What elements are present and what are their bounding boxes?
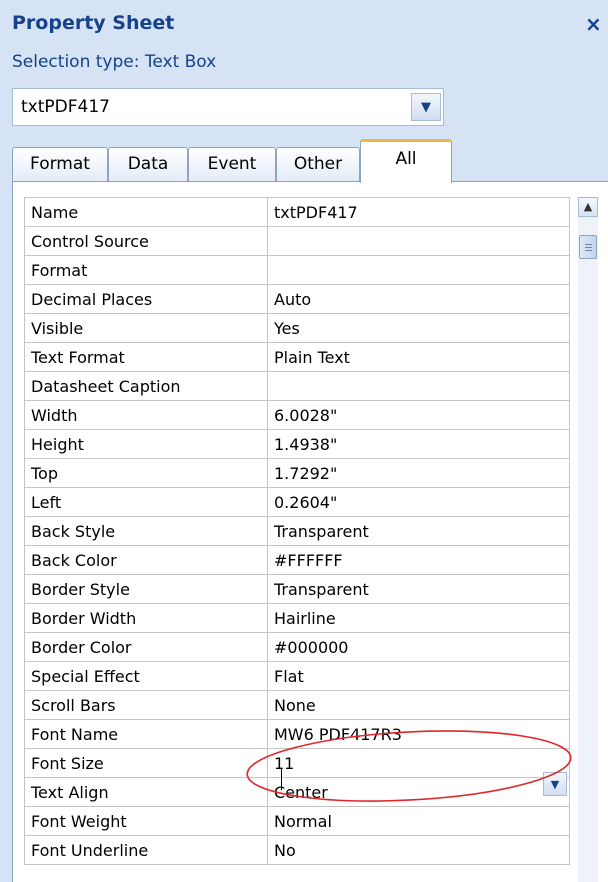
property-name: Height (24, 429, 268, 459)
property-row[interactable]: Scroll Bars None (24, 690, 570, 720)
property-row[interactable]: Border Color #000000 (24, 632, 570, 662)
property-row[interactable]: Top 1.7292" (24, 458, 570, 488)
property-name: Name (24, 197, 268, 227)
property-value[interactable]: 6.0028" (267, 400, 570, 430)
property-name: Visible (24, 313, 268, 343)
property-name: Border Style (24, 574, 268, 604)
control-selector-value: txtPDF417 (21, 97, 110, 117)
property-row[interactable]: Decimal Places Auto (24, 284, 570, 314)
property-name: Width (24, 400, 268, 430)
property-value[interactable]: 11 (267, 748, 570, 778)
property-name: Decimal Places (24, 284, 268, 314)
property-value[interactable]: Center (267, 777, 570, 807)
property-name: Format (24, 255, 268, 285)
property-name: Left (24, 487, 268, 517)
property-row[interactable]: Datasheet Caption (24, 371, 570, 401)
property-value[interactable]: #000000 (267, 632, 570, 662)
control-selector-combo[interactable]: txtPDF417 ▼ (12, 88, 444, 126)
close-icon[interactable]: × (585, 12, 602, 36)
property-row[interactable]: Width 6.0028" (24, 400, 570, 430)
property-name: Control Source (24, 226, 268, 256)
property-row[interactable]: Text Format Plain Text (24, 342, 570, 372)
property-row[interactable]: Font Name MW6 PDF417R3 (24, 719, 570, 749)
property-value[interactable]: Plain Text (267, 342, 570, 372)
selection-type-label: Selection type: Text Box (12, 52, 217, 72)
property-value[interactable] (267, 371, 570, 401)
tab-other[interactable]: Other (276, 147, 360, 181)
property-name: Border Width (24, 603, 268, 633)
property-value[interactable]: Yes (267, 313, 570, 343)
property-value[interactable]: 0.2604" (267, 487, 570, 517)
property-row[interactable]: Back Color #FFFFFF (24, 545, 570, 575)
tab-event[interactable]: Event (188, 147, 276, 181)
property-value[interactable]: #FFFFFF (267, 545, 570, 575)
property-name: Font Name (24, 719, 268, 749)
property-value[interactable]: No (267, 835, 570, 865)
property-row[interactable]: Back Style Transparent (24, 516, 570, 546)
property-value[interactable] (267, 226, 570, 256)
property-row[interactable]: Special Effect Flat (24, 661, 570, 691)
property-row[interactable]: Font Size 11 (24, 748, 570, 778)
property-value[interactable] (267, 255, 570, 285)
property-row[interactable]: Font Underline No (24, 835, 570, 865)
property-value[interactable]: 1.7292" (267, 458, 570, 488)
property-value[interactable]: 1.4938" (267, 429, 570, 459)
tab-data[interactable]: Data (108, 147, 188, 181)
property-row[interactable]: Left 0.2604" (24, 487, 570, 517)
property-name: Font Underline (24, 835, 268, 865)
vertical-scrollbar[interactable]: ▲ (578, 197, 598, 882)
property-value[interactable]: Flat (267, 661, 570, 691)
property-value[interactable]: Transparent (267, 574, 570, 604)
property-name: Top (24, 458, 268, 488)
property-name: Datasheet Caption (24, 371, 268, 401)
property-name: Font Weight (24, 806, 268, 836)
property-value[interactable]: Normal (267, 806, 570, 836)
tab-format[interactable]: Format (12, 147, 108, 181)
property-name: Text Format (24, 342, 268, 372)
chevron-down-icon[interactable]: ▼ (543, 772, 567, 796)
property-row[interactable]: Name txtPDF417 (24, 197, 570, 227)
property-row[interactable]: Font Weight Normal (24, 806, 570, 836)
property-row[interactable]: Control Source (24, 226, 570, 256)
property-name: Scroll Bars (24, 690, 268, 720)
property-row[interactable]: Border Style Transparent (24, 574, 570, 604)
property-grid: Name txtPDF417 Control Source Format Decimal… (24, 197, 570, 865)
property-name: Text Align (24, 777, 268, 807)
scroll-thumb[interactable] (579, 235, 597, 259)
tab-all[interactable]: All (360, 139, 452, 183)
property-name: Back Color (24, 545, 268, 575)
arrow-up-icon[interactable]: ▲ (578, 197, 598, 217)
property-row[interactable]: Border Width Hairline (24, 603, 570, 633)
property-name: Special Effect (24, 661, 268, 691)
property-value[interactable]: MW6 PDF417R3 (267, 719, 570, 749)
property-value[interactable]: txtPDF417 (267, 197, 570, 227)
property-value[interactable]: Hairline (267, 603, 570, 633)
property-sheet-title: Property Sheet (12, 12, 175, 34)
property-name: Border Color (24, 632, 268, 662)
caret-cursor (281, 768, 282, 790)
property-row[interactable]: Format (24, 255, 570, 285)
property-name: Font Size (24, 748, 268, 778)
property-row[interactable]: Visible Yes (24, 313, 570, 343)
property-value[interactable]: Transparent (267, 516, 570, 546)
chevron-down-icon[interactable]: ▼ (411, 93, 441, 121)
property-row[interactable]: Height 1.4938" (24, 429, 570, 459)
property-row[interactable]: Text Align Center (24, 777, 570, 807)
property-value[interactable]: Auto (267, 284, 570, 314)
property-value[interactable]: None (267, 690, 570, 720)
property-name: Back Style (24, 516, 268, 546)
